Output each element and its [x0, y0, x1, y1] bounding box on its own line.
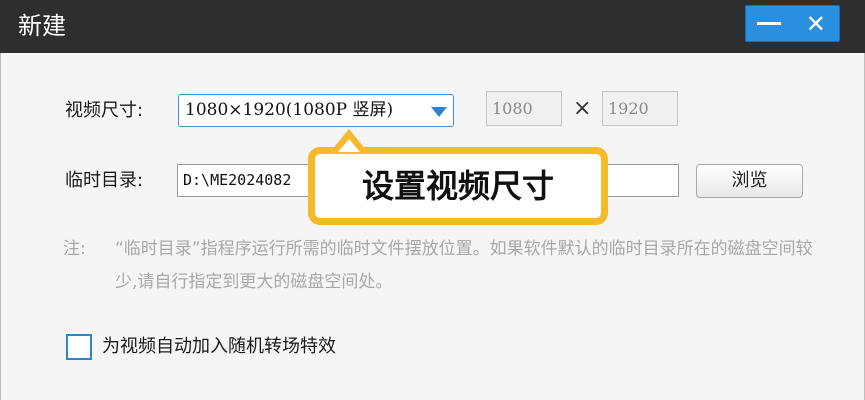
random-transition-checkbox[interactable] — [66, 334, 92, 360]
width-input[interactable]: 1080 — [486, 91, 562, 126]
callout-box: 设置视频尺寸 — [308, 147, 608, 225]
close-button[interactable]: ✕ — [793, 6, 840, 41]
video-size-label: 视频尺寸: — [65, 100, 144, 121]
note-prefix: 注: — [63, 239, 86, 259]
callout-pointer-inner — [338, 139, 360, 152]
times-sign: × — [573, 96, 592, 121]
height-input[interactable]: 1920 — [602, 91, 678, 126]
minimize-icon — [757, 22, 782, 25]
minimize-button[interactable] — [746, 6, 793, 41]
dropdown-arrow-icon — [431, 107, 447, 117]
browse-button[interactable]: 浏览 — [696, 164, 803, 198]
window-title: 新建 — [18, 12, 66, 40]
close-icon: ✕ — [805, 9, 826, 38]
random-transition-label[interactable]: 为视频自动加入随机转场特效 — [102, 334, 336, 360]
dialog-body: 视频尺寸: 1080×1920(1080P 竖屏) 1080 × 1920 临时… — [0, 53, 865, 400]
video-size-selected: 1080×1920(1080P 竖屏) — [185, 100, 394, 120]
title-bar: 新建 ✕ — [0, 0, 865, 53]
window-controls: ✕ — [745, 5, 840, 42]
video-size-select[interactable]: 1080×1920(1080P 竖屏) — [178, 94, 454, 127]
note-text: “临时目录”指程序运行所需的临时文件摆放位置。如果软件默认的临时目录所在的磁盘空… — [115, 239, 813, 292]
temp-dir-label: 临时目录: — [65, 170, 144, 191]
